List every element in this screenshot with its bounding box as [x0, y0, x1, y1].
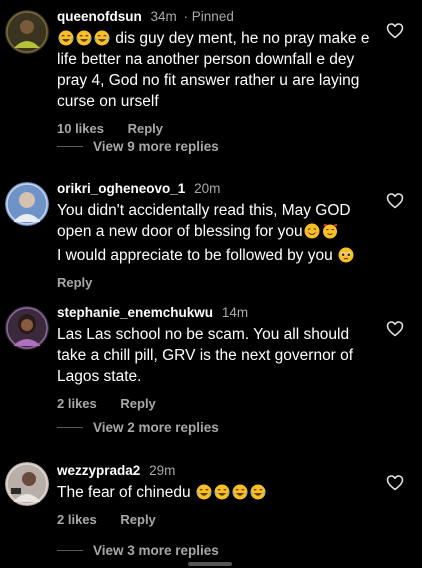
comment-username[interactable]: orikri_ogheneovo_1 — [57, 181, 185, 196]
view-replies-button[interactable]: View 3 more replies — [57, 543, 219, 558]
reply-button[interactable]: Reply — [120, 512, 155, 527]
comment-username[interactable]: queenofdsun — [57, 9, 142, 24]
like-heart-icon[interactable] — [386, 192, 404, 210]
reply-button[interactable]: Reply — [128, 121, 163, 136]
comment-text: You didn't accidentally read this, May G… — [57, 200, 378, 266]
comment-text: The fear of chinedu — [57, 482, 378, 503]
like-heart-icon[interactable] — [386, 474, 404, 492]
replies-divider — [57, 146, 83, 147]
avatar[interactable] — [5, 10, 49, 54]
comment-text: Las Las school no be scam. You all shoul… — [57, 326, 354, 385]
like-heart-icon[interactable] — [386, 22, 404, 40]
pleading-emoji — [338, 247, 354, 263]
avatar[interactable] — [5, 306, 49, 350]
joy-emoji — [231, 484, 248, 500]
likes-count[interactable]: 2 likes — [57, 396, 97, 411]
joy-emoji — [58, 30, 74, 46]
joy-emoji — [76, 30, 92, 46]
joy-emoji — [249, 484, 266, 500]
comment-username[interactable]: stephanie_enemchukwu — [57, 305, 213, 320]
comment-username[interactable]: wezzyprada2 — [57, 463, 140, 478]
comment-time: 14m — [221, 305, 249, 320]
like-heart-icon[interactable] — [386, 320, 404, 338]
replies-divider — [57, 427, 83, 428]
likes-count[interactable]: 10 likes — [57, 121, 104, 136]
reply-button[interactable]: Reply — [120, 396, 155, 411]
view-replies-button[interactable]: View 2 more replies — [57, 420, 219, 435]
comment-time: 29m — [149, 463, 176, 478]
avatar[interactable] — [5, 182, 49, 226]
smiling-blush-emoji — [304, 223, 320, 239]
avatar[interactable] — [5, 462, 49, 506]
comment-text: dis guy dey ment, he no pray make e life… — [57, 30, 370, 110]
comment-time: 20m — [194, 181, 221, 196]
joy-emoji — [195, 484, 212, 500]
pinned-label: · Pinned — [183, 9, 234, 24]
hearts-face-emoji — [322, 223, 338, 239]
joy-emoji — [94, 30, 110, 46]
scroll-indicator — [188, 562, 232, 566]
likes-count[interactable]: 2 likes — [57, 512, 97, 527]
comment-time: 34m — [150, 9, 177, 24]
replies-divider — [57, 550, 83, 551]
reply-button[interactable]: Reply — [57, 275, 92, 290]
view-replies-button[interactable]: View 9 more replies — [57, 139, 219, 154]
joy-emoji — [213, 484, 230, 500]
